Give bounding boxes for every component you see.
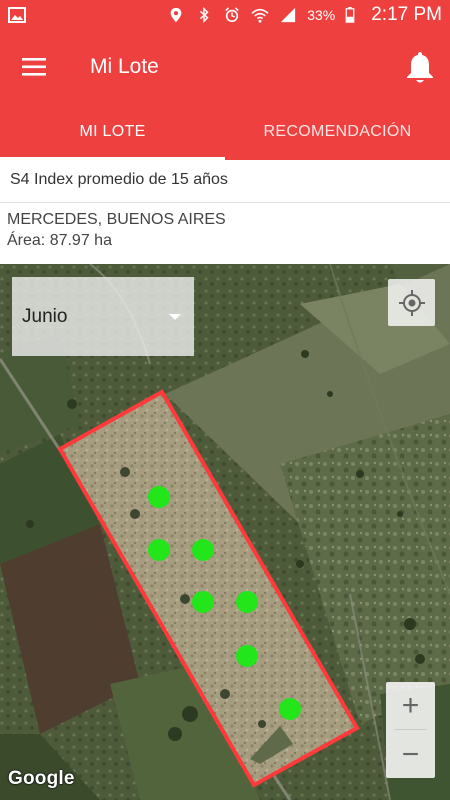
bell-icon [407, 52, 433, 83]
sample-point[interactable] [192, 539, 214, 561]
wifi-icon [251, 7, 269, 23]
month-dropdown[interactable]: Junio [12, 277, 194, 356]
sample-point[interactable] [148, 539, 170, 561]
status-bar: 33% 2:17 PM [0, 0, 450, 30]
zoom-controls: + − [386, 682, 435, 778]
battery-percent: 33% [307, 7, 336, 23]
menu-button[interactable] [0, 30, 70, 104]
gallery-icon [8, 7, 26, 23]
hamburger-menu-icon [22, 58, 46, 76]
index-description: S4 Index promedio de 15 años [10, 171, 228, 188]
tab-recomendacion[interactable]: RECOMENDACIÓN [225, 104, 450, 160]
tab-mi-lote[interactable]: MI LOTE [0, 104, 225, 160]
sample-point[interactable] [279, 698, 301, 720]
notifications-button[interactable] [390, 30, 450, 104]
sample-point[interactable] [236, 645, 258, 667]
bluetooth-icon [195, 7, 213, 23]
satellite-map[interactable]: Junio + − Google [0, 264, 450, 800]
chevron-down-icon [169, 314, 181, 320]
battery-icon [345, 7, 355, 23]
signal-icon [279, 7, 297, 23]
sample-point[interactable] [236, 591, 258, 613]
divider [0, 202, 450, 203]
my-location-button[interactable] [388, 279, 435, 326]
sample-point[interactable] [192, 591, 214, 613]
lot-area: Área: 87.97 ha [7, 232, 112, 249]
sample-point[interactable] [148, 486, 170, 508]
month-dropdown-value: Junio [22, 305, 68, 327]
app-title: Mi Lote [90, 55, 159, 78]
zoom-in-button[interactable]: + [386, 682, 435, 729]
location-icon [167, 7, 185, 23]
alarm-icon [223, 7, 241, 23]
zoom-out-button[interactable]: − [386, 731, 435, 778]
lot-info-panel: S4 Index promedio de 15 años MERCEDES, B… [0, 160, 450, 264]
google-attribution: Google [8, 768, 75, 789]
tab-bar: MI LOTE RECOMENDACIÓN [0, 104, 450, 160]
divider [394, 729, 427, 730]
my-location-icon [398, 289, 425, 316]
app-bar: Mi Lote [0, 30, 450, 104]
clock: 2:17 PM [371, 4, 442, 25]
lot-location: MERCEDES, BUENOS AIRES [7, 211, 226, 228]
